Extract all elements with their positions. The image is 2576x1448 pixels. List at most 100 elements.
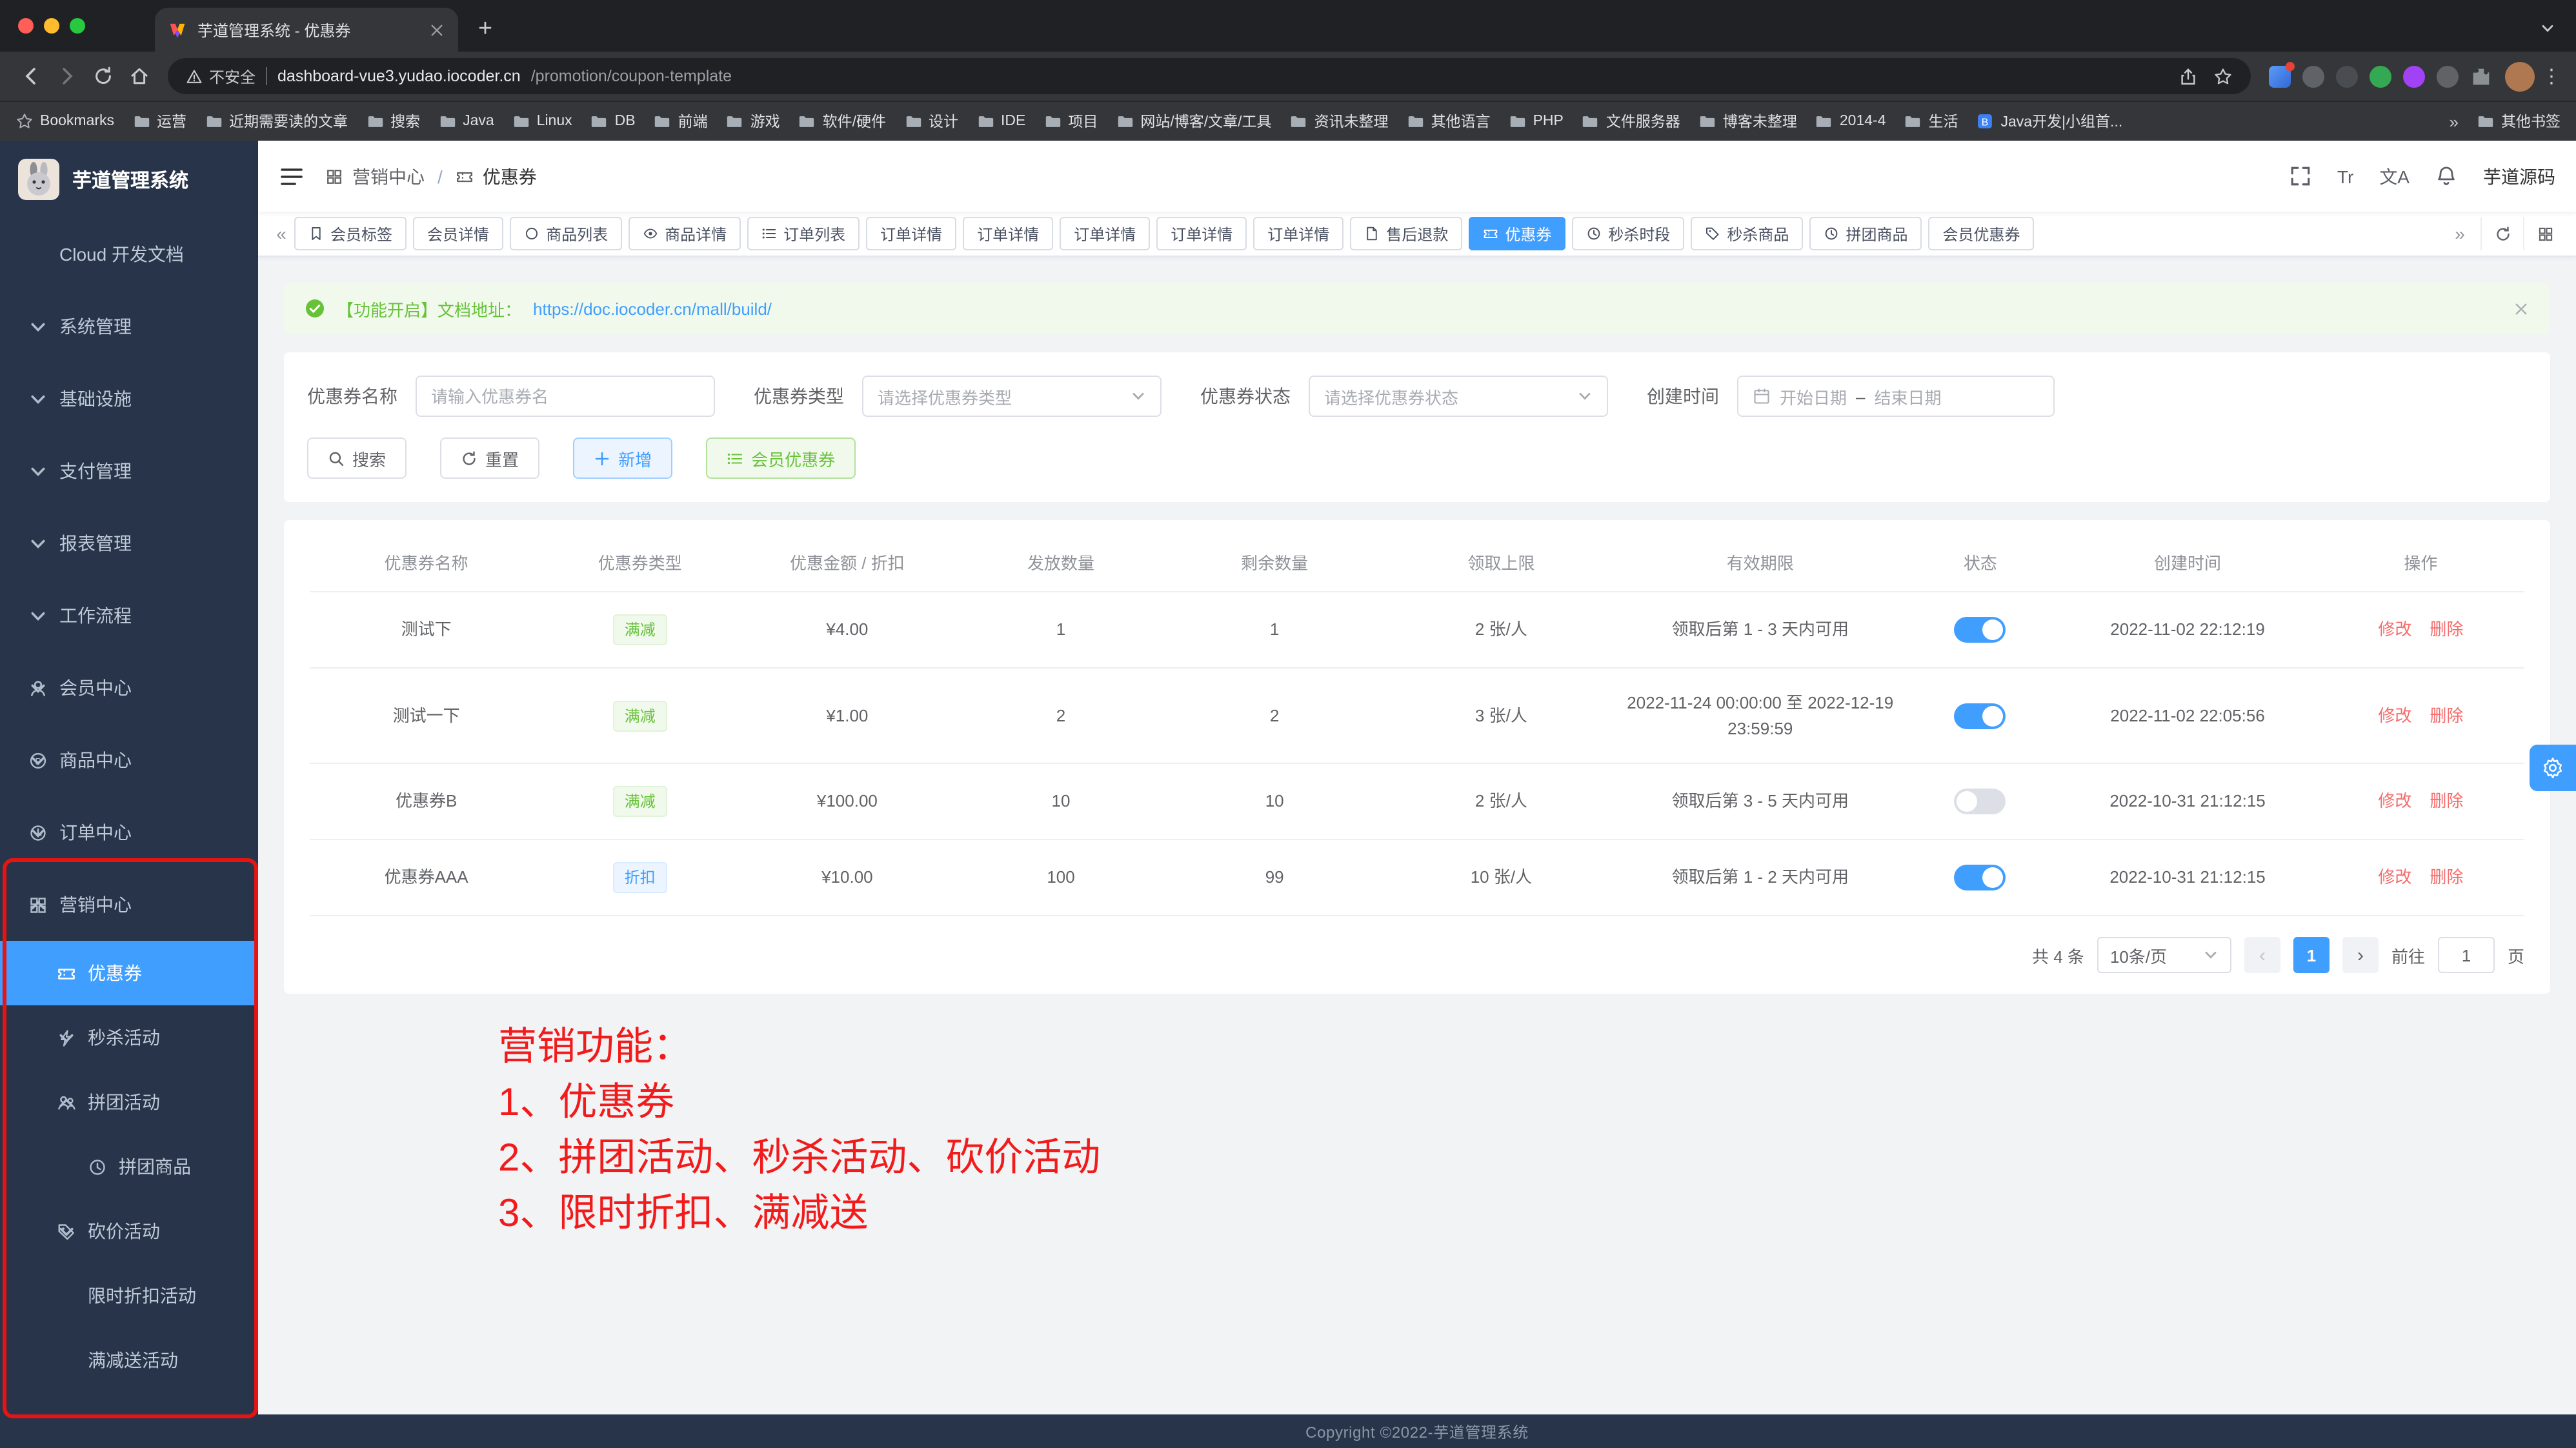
sidebar-item[interactable]: 营销中心	[0, 869, 258, 941]
extension-icon[interactable]	[2302, 65, 2324, 87]
tags-layout-button[interactable]	[2523, 217, 2566, 250]
sidebar-item[interactable]: 会员中心	[0, 652, 258, 724]
bookmark-item[interactable]: PHP	[1509, 112, 1564, 130]
delete-link[interactable]: 删除	[2430, 868, 2463, 887]
delete-link[interactable]: 删除	[2430, 792, 2463, 811]
delete-link[interactable]: 删除	[2430, 706, 2463, 725]
sidebar-item[interactable]: 秒杀活动	[0, 1005, 258, 1070]
bookmark-item[interactable]: 文件服务器	[1582, 111, 1680, 132]
bookmark-item[interactable]: BJava开发|小组首...	[1977, 111, 2123, 132]
extension-icon[interactable]	[2437, 65, 2459, 87]
sidebar-item[interactable]: 报表管理	[0, 507, 258, 579]
coupon-name-input[interactable]	[416, 376, 715, 417]
tab-item[interactable]: 订单详情	[1060, 217, 1150, 250]
bookmark-item[interactable]: 前端	[654, 111, 708, 132]
bookmark-item[interactable]: 设计	[904, 111, 958, 132]
tab-item[interactable]: 商品详情	[629, 217, 741, 250]
other-bookmarks-folder[interactable]: 其他书签	[2477, 111, 2561, 132]
coupon-type-select[interactable]: 请选择优惠券类型	[862, 376, 1162, 417]
collapse-sidebar-icon[interactable]	[279, 163, 305, 189]
edit-link[interactable]: 修改	[2378, 868, 2411, 887]
tab-item[interactable]: 拼团商品	[1809, 217, 1922, 250]
tab-item[interactable]: 订单详情	[1253, 217, 1343, 250]
font-size-icon[interactable]: Tr	[2337, 166, 2353, 186]
tab-item[interactable]: 秒杀时段	[1572, 217, 1684, 250]
bookmark-item[interactable]: 游戏	[726, 111, 780, 132]
current-user[interactable]: 芋道源码	[2483, 163, 2555, 189]
share-icon[interactable]	[2179, 66, 2198, 86]
tab-item[interactable]: 优惠券	[1469, 217, 1565, 250]
minimize-window-button[interactable]	[44, 18, 59, 34]
sidebar-item[interactable]: 拼团活动	[0, 1070, 258, 1134]
extension-icon[interactable]	[2403, 65, 2425, 87]
edit-link[interactable]: 修改	[2378, 706, 2411, 725]
add-button[interactable]: 新增	[573, 437, 672, 479]
extension-icon[interactable]	[2269, 65, 2291, 87]
goto-page-input[interactable]	[2438, 937, 2495, 973]
bookmark-star-icon[interactable]	[2213, 66, 2233, 86]
tab-search-chevron-icon[interactable]	[2540, 21, 2555, 36]
status-toggle[interactable]	[1955, 865, 2006, 891]
new-tab-button[interactable]: +	[468, 13, 502, 46]
member-coupon-button[interactable]: 会员优惠券	[706, 437, 856, 479]
create-time-range-picker[interactable]: 开始日期 – 结束日期	[1737, 376, 2055, 417]
sidebar-item[interactable]: 拼团商品	[0, 1134, 258, 1199]
sidebar-item[interactable]: 砍价活动	[0, 1199, 258, 1263]
sidebar-item[interactable]: Cloud 开发文档	[0, 218, 258, 290]
bookmarks-overflow-icon[interactable]: »	[2450, 112, 2459, 131]
tab-item[interactable]: 订单详情	[866, 217, 956, 250]
tab-close-icon[interactable]	[428, 21, 445, 38]
sidebar-item[interactable]: P商品中心	[0, 724, 258, 796]
sidebar-item[interactable]: 支付管理	[0, 435, 258, 507]
bookmark-item[interactable]: 其他语言	[1407, 111, 1491, 132]
bookmark-item[interactable]: 搜索	[366, 111, 420, 132]
url-bar[interactable]: 不安全 dashboard-vue3.yudao.iocoder.cn /pro…	[168, 58, 2251, 94]
back-button[interactable]	[13, 58, 49, 94]
zoom-window-button[interactable]	[70, 18, 85, 34]
sidebar-item[interactable]: 工作流程	[0, 579, 258, 652]
bookmark-item[interactable]: 软件/硬件	[798, 111, 886, 132]
tab-item[interactable]: 会员优惠券	[1928, 217, 2034, 250]
prev-page-button[interactable]: ‹	[2244, 937, 2280, 973]
delete-link[interactable]: 删除	[2430, 620, 2463, 639]
edit-link[interactable]: 修改	[2378, 620, 2411, 639]
alert-close-icon[interactable]	[2513, 300, 2530, 317]
tab-item[interactable]: 订单详情	[963, 217, 1053, 250]
tab-item[interactable]: 订单详情	[1156, 217, 1247, 250]
coupon-status-select[interactable]: 请选择优惠券状态	[1309, 376, 1608, 417]
sidebar-item[interactable]: 限时折扣活动	[0, 1263, 258, 1328]
reload-button[interactable]	[85, 58, 121, 94]
fullscreen-icon[interactable]	[2289, 165, 2311, 187]
edit-link[interactable]: 修改	[2378, 792, 2411, 811]
notification-bell-icon[interactable]	[2435, 165, 2457, 187]
sidebar-item[interactable]: 基础设施	[0, 363, 258, 435]
extension-icon[interactable]	[2336, 65, 2358, 87]
locale-icon[interactable]: 文A	[2379, 163, 2410, 189]
status-toggle[interactable]	[1955, 703, 2006, 729]
tab-item[interactable]: 售后退款	[1350, 217, 1462, 250]
tags-refresh-button[interactable]	[2480, 217, 2523, 250]
tab-item[interactable]: 订单列表	[747, 217, 860, 250]
bookmark-item[interactable]: 生活	[1904, 111, 1958, 132]
tab-item[interactable]: 会员标签	[294, 217, 407, 250]
profile-avatar[interactable]	[2505, 61, 2535, 91]
forward-button[interactable]	[49, 58, 85, 94]
reset-button[interactable]: 重置	[440, 437, 539, 479]
bookmark-item[interactable]: Bookmarks	[15, 112, 114, 130]
sidebar-item[interactable]: 优惠券	[0, 941, 258, 1005]
bookmark-item[interactable]: 运营	[132, 111, 186, 132]
bookmark-item[interactable]: 项目	[1043, 111, 1098, 132]
sidebar-item[interactable]: 订单中心	[0, 796, 258, 869]
status-toggle[interactable]	[1955, 618, 2006, 643]
security-indicator[interactable]: 不安全	[186, 65, 256, 87]
bookmark-item[interactable]: DB	[590, 112, 636, 130]
bookmark-item[interactable]: IDE	[976, 112, 1025, 130]
bookmark-item[interactable]: 近期需要读的文章	[205, 111, 348, 132]
tab-item[interactable]: 秒杀商品	[1691, 217, 1803, 250]
status-toggle[interactable]	[1955, 789, 2006, 815]
close-window-button[interactable]	[18, 18, 34, 34]
bookmark-item[interactable]: 2014-4	[1815, 112, 1886, 130]
tab-item[interactable]: 商品列表	[510, 217, 622, 250]
search-button[interactable]: 搜索	[307, 437, 407, 479]
tags-scroll-left-icon[interactable]: «	[268, 223, 294, 244]
